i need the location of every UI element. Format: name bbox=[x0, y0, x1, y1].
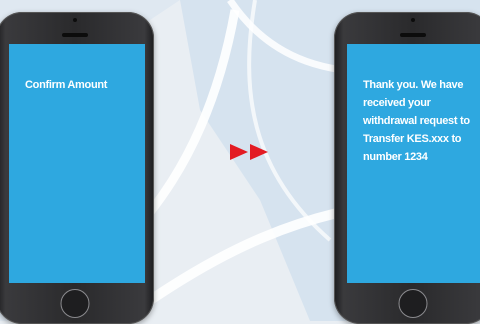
left-phone: Confirm Amount bbox=[0, 12, 154, 324]
camera-icon bbox=[73, 18, 77, 22]
speaker-icon bbox=[400, 33, 426, 37]
right-phone: Thank you. We have received your withdra… bbox=[334, 12, 480, 324]
withdrawal-confirmation-text: Thank you. We have received your withdra… bbox=[363, 79, 470, 163]
fast-forward-icon bbox=[230, 144, 268, 160]
right-phone-screen: Thank you. We have received your withdra… bbox=[347, 44, 480, 283]
home-button[interactable] bbox=[60, 289, 90, 318]
home-button[interactable] bbox=[398, 289, 428, 318]
camera-icon bbox=[411, 18, 415, 22]
left-phone-screen: Confirm Amount bbox=[9, 44, 145, 283]
confirm-amount-text: Confirm Amount bbox=[25, 79, 108, 91]
speaker-icon bbox=[62, 33, 88, 37]
